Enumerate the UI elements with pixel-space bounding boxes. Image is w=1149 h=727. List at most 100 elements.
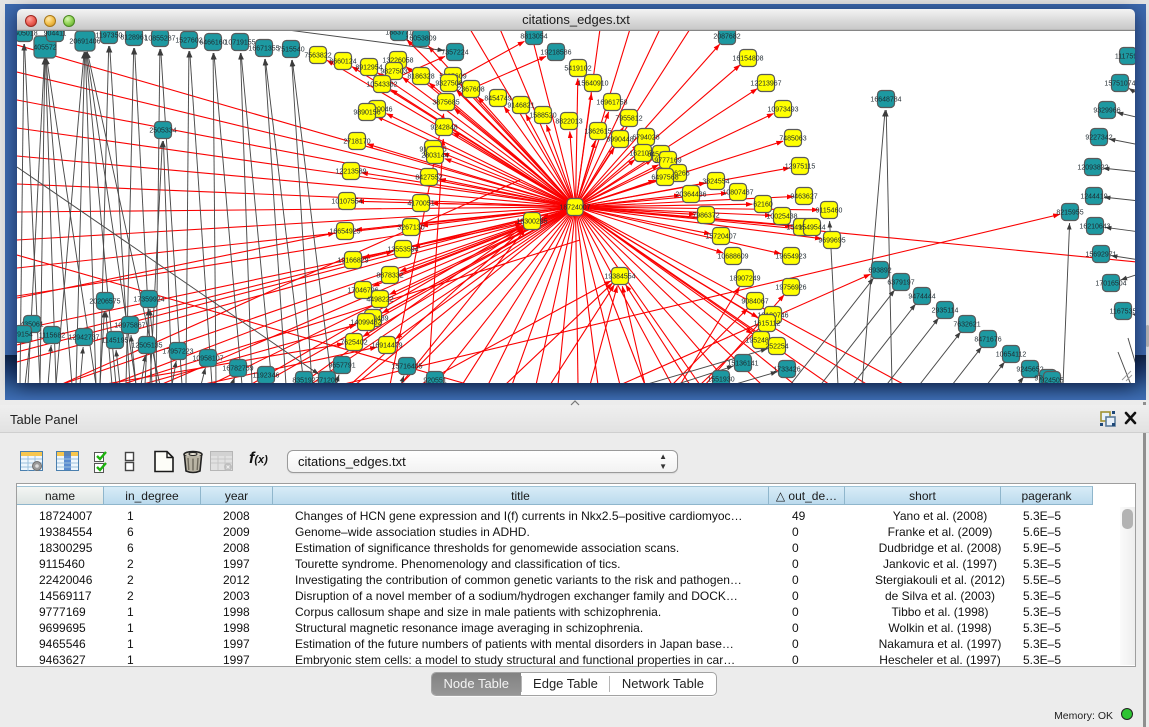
- svg-text:10107554: 10107554: [331, 199, 362, 206]
- svg-text:9146821: 9146821: [507, 103, 534, 110]
- svg-text:9084067: 9084067: [741, 299, 768, 306]
- svg-text:16914479: 16914479: [371, 343, 402, 350]
- svg-text:4498222: 4498222: [366, 297, 393, 304]
- svg-text:9777169: 9777169: [654, 158, 681, 165]
- svg-text:14099482: 14099482: [350, 320, 381, 327]
- svg-text:1733426: 1733426: [773, 367, 800, 374]
- svg-text:8822013: 8822013: [555, 119, 582, 126]
- svg-text:16648784: 16648784: [870, 97, 901, 104]
- svg-text:2505334: 2505334: [149, 128, 176, 135]
- svg-text:16053809: 16053809: [405, 36, 436, 43]
- svg-text:3824554: 3824554: [702, 179, 729, 186]
- svg-text:8912954: 8912954: [355, 65, 382, 72]
- svg-text:18907249: 18907249: [729, 276, 760, 283]
- svg-text:4170051: 4170051: [407, 201, 434, 208]
- svg-text:6379197: 6379197: [887, 280, 914, 287]
- svg-text:1145195: 1145195: [102, 338, 129, 345]
- svg-text:8186328: 8186328: [407, 74, 434, 81]
- svg-text:904411: 904411: [44, 31, 67, 38]
- svg-text:2087682: 2087682: [713, 34, 740, 41]
- svg-text:7986372: 7986372: [692, 213, 719, 220]
- svg-text:10654112: 10654112: [996, 352, 1027, 359]
- svg-text:6466160: 6466160: [199, 40, 226, 47]
- svg-text:5419102: 5419102: [564, 66, 591, 73]
- svg-text:1167535: 1167535: [1110, 309, 1135, 316]
- svg-text:7563822: 7563822: [304, 53, 331, 60]
- svg-text:9699695: 9699695: [818, 238, 845, 245]
- svg-text:17359924: 17359924: [133, 297, 164, 304]
- svg-text:12942737: 12942737: [68, 335, 99, 342]
- svg-text:18300295: 18300295: [516, 219, 547, 226]
- svg-text:12213589: 12213589: [335, 169, 366, 176]
- svg-text:693892: 693892: [868, 268, 891, 275]
- svg-text:19756926: 19756926: [775, 285, 806, 292]
- svg-text:15751074: 15751074: [1104, 81, 1135, 88]
- svg-text:252254: 252254: [765, 344, 788, 351]
- svg-text:1115682: 1115682: [39, 333, 65, 340]
- svg-text:2803144: 2803144: [421, 153, 448, 160]
- svg-text:7632621: 7632621: [953, 322, 980, 329]
- svg-text:1615112: 1615112: [754, 321, 781, 328]
- svg-text:1197350: 1197350: [96, 33, 123, 40]
- svg-text:15692971: 15692971: [1085, 252, 1116, 259]
- svg-text:1244419: 1244419: [1080, 194, 1107, 201]
- svg-text:16654925: 16654925: [329, 229, 360, 236]
- svg-text:15716485: 15716485: [391, 364, 422, 371]
- svg-text:15720407: 15720407: [705, 234, 736, 241]
- svg-text:20206575: 20206575: [89, 299, 120, 306]
- svg-text:12093822: 12093822: [1077, 165, 1108, 172]
- svg-text:920551: 920551: [423, 378, 446, 383]
- svg-text:7625402: 7625402: [340, 340, 367, 347]
- svg-text:7515540: 7515540: [277, 47, 304, 54]
- svg-text:16154808: 16154808: [732, 56, 763, 63]
- svg-text:7485063: 7485063: [779, 136, 806, 143]
- svg-text:405572: 405572: [33, 45, 56, 52]
- svg-text:20691406: 20691406: [69, 39, 100, 46]
- svg-text:9657791: 9657791: [328, 363, 355, 370]
- svg-text:1549544: 1549544: [798, 225, 825, 232]
- svg-text:8471676: 8471676: [974, 337, 1001, 344]
- svg-text:10973493: 10973493: [767, 107, 798, 114]
- svg-text:10958107: 10958107: [192, 356, 223, 363]
- svg-text:8215955: 8215955: [1056, 210, 1083, 217]
- svg-text:18724007: 18724007: [559, 205, 590, 212]
- svg-text:8878332: 8878332: [376, 273, 403, 280]
- svg-text:835192: 835192: [292, 378, 315, 383]
- svg-text:2367608: 2367608: [457, 87, 484, 94]
- svg-text:9827503: 9827503: [380, 69, 407, 76]
- svg-text:6497568: 6497568: [651, 175, 678, 182]
- svg-text:9890156: 9890156: [353, 110, 380, 117]
- svg-text:10855287: 10855287: [144, 36, 175, 43]
- svg-text:20364436: 20364436: [675, 192, 706, 199]
- svg-text:15640910: 15640910: [577, 81, 608, 88]
- svg-text:39154: 39154: [17, 332, 33, 339]
- svg-text:19654923: 19654923: [775, 254, 806, 261]
- svg-text:12213967: 12213967: [750, 81, 781, 88]
- svg-text:10543382: 10543382: [366, 82, 397, 89]
- svg-text:8813054: 8813054: [520, 34, 547, 41]
- svg-text:15136141: 15136141: [727, 361, 758, 368]
- svg-text:19218586: 19218586: [540, 50, 571, 57]
- svg-text:8454749: 8454749: [484, 96, 511, 103]
- svg-text:9329966: 9329966: [1093, 108, 1120, 115]
- svg-text:19384554: 19384554: [604, 274, 635, 281]
- svg-text:17957223: 17957223: [162, 349, 193, 356]
- svg-text:7955812: 7955812: [615, 116, 642, 123]
- svg-text:2718170: 2718170: [343, 139, 370, 146]
- svg-text:17016504: 17016504: [1095, 281, 1126, 288]
- svg-text:10807487: 10807487: [722, 190, 753, 197]
- svg-text:1117599: 1117599: [1115, 54, 1135, 61]
- svg-text:10975867: 10975867: [114, 323, 145, 330]
- svg-text:3875685: 3875685: [432, 100, 459, 107]
- svg-text:13553594: 13553594: [387, 247, 418, 254]
- svg-text:6794028: 6794028: [632, 135, 659, 142]
- svg-text:8660124: 8660124: [329, 59, 356, 66]
- svg-text:12975115: 12975115: [785, 164, 816, 171]
- svg-text:8990448: 8990448: [606, 137, 633, 144]
- svg-text:16671355: 16671355: [248, 46, 279, 53]
- svg-text:9115460: 9115460: [816, 208, 843, 215]
- svg-text:3267130: 3267130: [397, 225, 424, 232]
- svg-text:16961758: 16961758: [596, 100, 627, 107]
- svg-text:16210643: 16210643: [1079, 224, 1110, 231]
- svg-text:1192346: 1192346: [253, 373, 280, 380]
